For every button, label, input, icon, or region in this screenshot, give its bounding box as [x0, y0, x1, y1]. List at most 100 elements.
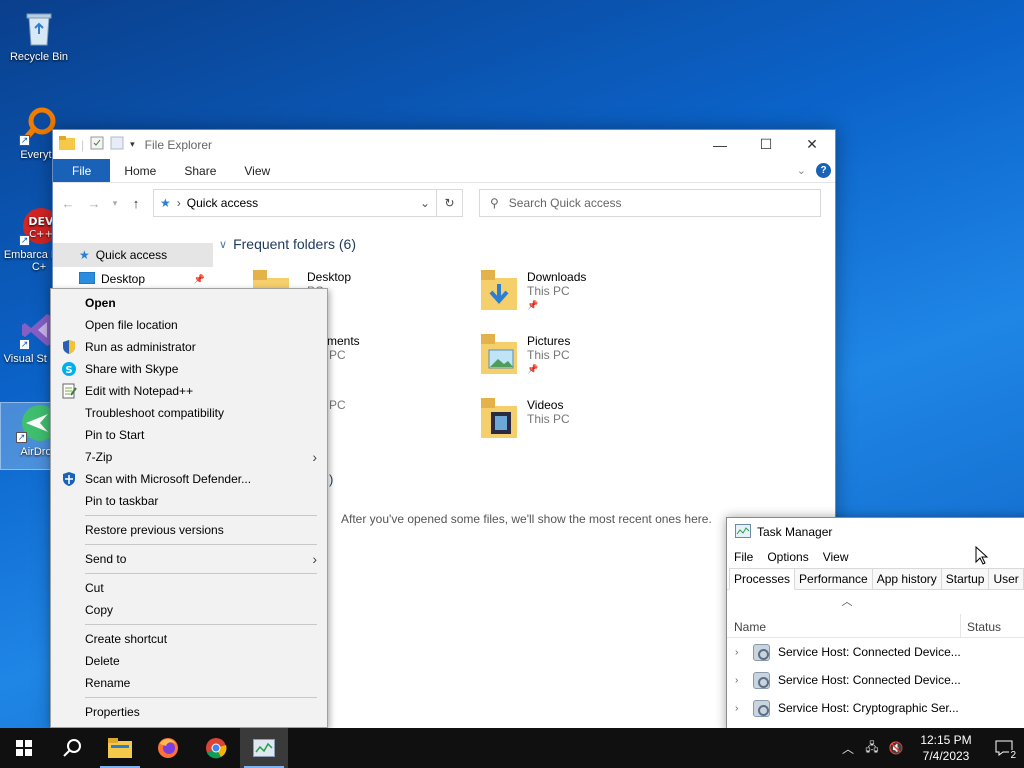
shortcut-arrow-icon: ↗	[19, 339, 30, 350]
column-name[interactable]: Name	[727, 614, 961, 637]
tab-app-history[interactable]: App history	[871, 568, 942, 589]
menu-item-create-shortcut[interactable]: Create shortcut	[51, 628, 327, 650]
column-status[interactable]: Status	[961, 614, 1001, 637]
folder-name: Desktop	[307, 270, 352, 284]
up-icon[interactable]: ↑	[127, 196, 145, 211]
menu-item-label: Pin to taskbar	[85, 494, 159, 508]
menu-item-label: Copy	[85, 603, 114, 617]
tab-view[interactable]: View	[230, 159, 284, 182]
menu-view[interactable]: View	[823, 550, 849, 564]
tab-share[interactable]: Share	[170, 159, 230, 182]
tab-processes[interactable]: Processes	[729, 568, 796, 590]
menu-item-open-file-location[interactable]: Open file location	[51, 314, 327, 336]
window-title: File Explorer	[144, 137, 213, 152]
network-icon[interactable]: 🖧	[860, 738, 884, 759]
shortcut-arrow-icon: ↗	[19, 235, 30, 246]
menu-item-edit-with-notepad[interactable]: Edit with Notepad++	[51, 380, 327, 402]
folder-downloads[interactable]: Downloads This PC 📌	[481, 270, 701, 326]
menu-item-copy[interactable]: Copy	[51, 599, 327, 621]
windows-logo-icon	[16, 740, 32, 756]
recycle-bin-icon	[19, 8, 59, 48]
menu-item-label: Open	[85, 296, 116, 310]
search-icon	[63, 739, 81, 757]
tab-users[interactable]: User	[988, 568, 1024, 589]
frequent-folders-header[interactable]: ∨ Frequent folders (6)	[219, 233, 835, 255]
maximize-icon[interactable]: ☐	[743, 130, 789, 159]
start-button[interactable]	[0, 728, 48, 768]
menu-separator	[85, 697, 317, 698]
tab-performance[interactable]: Performance	[794, 568, 873, 589]
svg-text:DEV: DEV	[28, 215, 54, 228]
window-title: Task Manager	[757, 525, 833, 539]
refresh-icon[interactable]: ↻	[437, 189, 463, 217]
new-folder-icon[interactable]	[110, 136, 124, 153]
action-center-button[interactable]: 2	[984, 728, 1024, 768]
address-bar[interactable]: ★ › Quick access ⌄	[153, 189, 437, 217]
expand-ribbon-icon[interactable]: ⌄	[797, 164, 806, 177]
menu-item-restore-previous-versions[interactable]: Restore previous versions	[51, 519, 327, 541]
task-manager-icon	[253, 739, 275, 757]
menu-item-share-with-skype[interactable]: S Share with Skype	[51, 358, 327, 380]
nav-item-quick-access[interactable]: ★ Quick access	[53, 243, 213, 267]
menu-item-pin-to-taskbar[interactable]: Pin to taskbar	[51, 490, 327, 512]
minimize-icon[interactable]: —	[697, 130, 743, 159]
show-hidden-icons-icon[interactable]: ︿	[836, 740, 860, 757]
menu-item-pin-to-start[interactable]: Pin to Start	[51, 424, 327, 446]
properties-icon[interactable]	[90, 136, 104, 153]
menu-item-7-zip[interactable]: 7-Zip ›	[51, 446, 327, 468]
menu-item-scan-with-microsoft-defender[interactable]: Scan with Microsoft Defender...	[51, 468, 327, 490]
taskbar-task-manager[interactable]	[240, 728, 288, 768]
table-row[interactable]: › Service Host: Connected Device...	[727, 666, 1024, 694]
menu-item-rename[interactable]: Rename	[51, 672, 327, 694]
menu-item-send-to[interactable]: Send to ›	[51, 548, 327, 570]
forward-icon[interactable]: →	[85, 196, 103, 211]
expand-chevron-icon[interactable]: ›	[735, 647, 745, 658]
service-gear-icon	[753, 671, 770, 689]
menu-item-run-as-administrator[interactable]: Run as administrator	[51, 336, 327, 358]
menu-item-delete[interactable]: Delete	[51, 650, 327, 672]
taskbar-chrome[interactable]	[192, 728, 240, 768]
menu-item-troubleshoot-compatibility[interactable]: Troubleshoot compatibility	[51, 402, 327, 424]
menu-file[interactable]: File	[734, 550, 753, 564]
menu-item-open[interactable]: Open	[51, 292, 327, 314]
folder-pictures[interactable]: Pictures This PC 📌	[481, 334, 701, 390]
videos-folder-icon	[481, 398, 517, 440]
help-icon[interactable]: ?	[816, 163, 831, 178]
menu-separator	[85, 544, 317, 545]
close-icon[interactable]: ✕	[789, 130, 835, 159]
menu-item-label: Create shortcut	[85, 632, 168, 646]
downloads-folder-icon	[481, 270, 517, 312]
skype-icon: S	[61, 361, 77, 377]
recent-locations-icon[interactable]: ▾	[111, 198, 119, 209]
search-input[interactable]: ⚲ Search Quick access	[479, 189, 821, 217]
taskbar-search-button[interactable]	[48, 728, 96, 768]
folder-videos[interactable]: Videos This PC	[481, 398, 701, 454]
table-row[interactable]: › Service Host: Connected Device...	[727, 638, 1024, 666]
shortcut-arrow-icon: ↗	[19, 135, 30, 146]
tab-file[interactable]: File	[53, 159, 111, 182]
menu-item-properties[interactable]: Properties	[51, 701, 327, 723]
recent-files-header-partial[interactable]: )	[329, 472, 333, 487]
expand-chevron-icon[interactable]: ›	[735, 675, 745, 686]
qa-dropdown-icon[interactable]: ▾	[130, 139, 135, 150]
task-manager-titlebar: Task Manager	[727, 518, 1024, 546]
clock[interactable]: 12:15 PM 7/4/2023	[908, 732, 984, 764]
volume-muted-icon[interactable]: 🔇	[884, 741, 908, 755]
taskbar-firefox[interactable]	[144, 728, 192, 768]
folder-name: ments	[327, 334, 360, 348]
expand-chevron-icon[interactable]: ›	[735, 703, 745, 714]
table-row[interactable]: › Service Host: Cryptographic Ser...	[727, 694, 1024, 722]
address-dropdown-icon[interactable]: ⌄	[420, 196, 430, 210]
context-menu: Open Open file location Run as administrat…	[50, 288, 328, 728]
tab-home[interactable]: Home	[110, 159, 170, 182]
desktop-icon	[78, 271, 96, 287]
svg-text:C++: C++	[29, 229, 53, 240]
tab-startup[interactable]: Startup	[940, 568, 990, 589]
menu-item-cut[interactable]: Cut	[51, 577, 327, 599]
taskbar: ︿ 🖧 🔇 12:15 PM 7/4/2023 2	[0, 728, 1024, 768]
back-icon[interactable]: ←	[59, 196, 77, 211]
taskbar-file-explorer[interactable]	[96, 728, 144, 768]
quick-access-star-icon: ★	[79, 248, 90, 262]
desktop-icon-recycle-bin[interactable]: Recycle Bin	[3, 8, 75, 63]
menu-options[interactable]: Options	[767, 550, 808, 564]
